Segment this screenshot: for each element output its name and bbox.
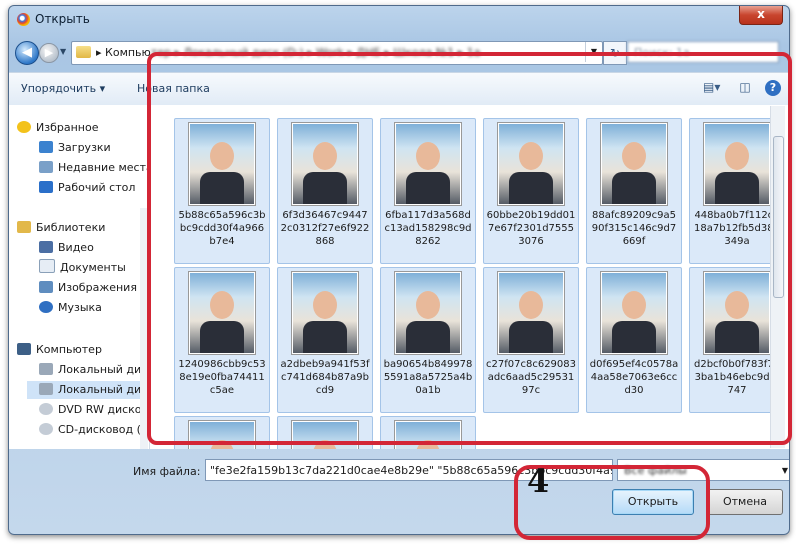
folder-icon xyxy=(76,46,91,58)
nav-images[interactable]: Изображения xyxy=(39,279,137,297)
breadcrumb-computer[interactable]: Компью xyxy=(105,46,151,59)
nav-local-disk-c[interactable]: Локальный диск xyxy=(39,361,149,379)
star-icon xyxy=(17,121,31,133)
filename-label: Имя файла: xyxy=(133,465,201,478)
organize-button[interactable]: Упорядочить ▾ xyxy=(21,82,105,95)
downloads-icon xyxy=(39,141,53,153)
recent-places-icon xyxy=(39,161,53,173)
nav-music[interactable]: Музыка xyxy=(39,299,102,317)
computer-icon xyxy=(17,343,31,355)
nav-recent[interactable]: Недавние места xyxy=(39,159,149,177)
drive-icon xyxy=(39,383,53,395)
step-number: 4 xyxy=(527,462,550,500)
documents-icon xyxy=(39,259,55,273)
nav-documents[interactable]: Документы xyxy=(39,259,126,277)
nav-desktop[interactable]: Рабочий стол xyxy=(39,179,135,197)
nav-local-disk-d[interactable]: Локальный диск xyxy=(27,381,149,399)
drive-icon xyxy=(39,363,53,375)
close-button[interactable]: x xyxy=(739,6,783,25)
desktop-icon xyxy=(39,181,53,193)
dvd-drive-icon xyxy=(39,403,53,415)
chevron-down-icon: ▼ xyxy=(781,466,788,475)
forward-button[interactable]: ▶ xyxy=(39,43,59,63)
images-icon xyxy=(39,281,53,293)
nav-cd[interactable]: CD-дисковод (G xyxy=(39,421,149,439)
nav-downloads[interactable]: Загрузки xyxy=(39,139,111,157)
nav-favorites[interactable]: Избранное xyxy=(17,119,98,137)
nav-computer[interactable]: Компьютер xyxy=(17,341,102,359)
video-icon xyxy=(39,241,53,253)
libraries-icon xyxy=(17,221,31,233)
window-title: Открыть xyxy=(35,12,90,26)
history-dropdown-icon[interactable]: ▼ xyxy=(60,47,66,56)
cancel-button[interactable]: Отмена xyxy=(707,489,783,515)
back-button[interactable]: ◀ xyxy=(15,41,39,65)
title-bar: Открыть x xyxy=(9,6,789,32)
cd-drive-icon xyxy=(39,423,53,435)
nav-libraries[interactable]: Библиотеки xyxy=(17,219,105,237)
navigation-pane: Избранное Загрузки Недавние места Рабочи… xyxy=(9,105,150,449)
nav-video[interactable]: Видео xyxy=(39,239,94,257)
nav-dvd[interactable]: DVD RW дисково xyxy=(39,401,149,419)
chrome-icon xyxy=(17,13,30,26)
highlight-file-area xyxy=(147,52,792,445)
music-icon xyxy=(39,301,53,313)
